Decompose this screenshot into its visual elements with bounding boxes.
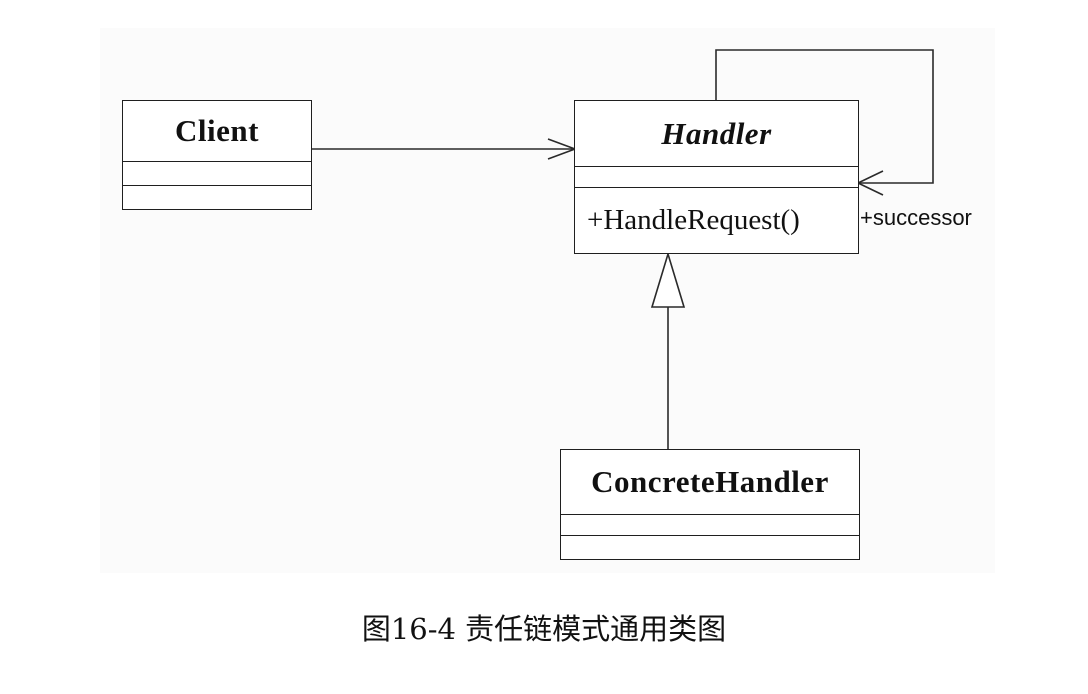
class-client-operations <box>123 185 311 208</box>
class-concrete-handler-operations <box>561 535 859 558</box>
class-concrete-handler: ConcreteHandler <box>560 449 860 560</box>
successor-role-label: +successor <box>860 205 972 230</box>
class-handler: Handler +HandleRequest() <box>574 100 859 254</box>
figure-caption: 图16-4 责任链模式通用类图 <box>361 612 727 646</box>
class-concrete-handler-name: ConcreteHandler <box>591 464 829 499</box>
class-handler-attributes <box>575 166 858 187</box>
class-client: Client <box>122 100 312 210</box>
class-concrete-handler-attributes <box>561 514 859 535</box>
class-handler-name: Handler <box>661 115 772 151</box>
class-client-name: Client <box>175 113 259 148</box>
generalization-triangle <box>650 251 686 308</box>
class-client-attributes <box>123 161 311 185</box>
class-handler-operation: +HandleRequest() <box>575 187 858 252</box>
uml-diagram-canvas: Client Handler +HandleRequest() +success… <box>0 0 1088 694</box>
